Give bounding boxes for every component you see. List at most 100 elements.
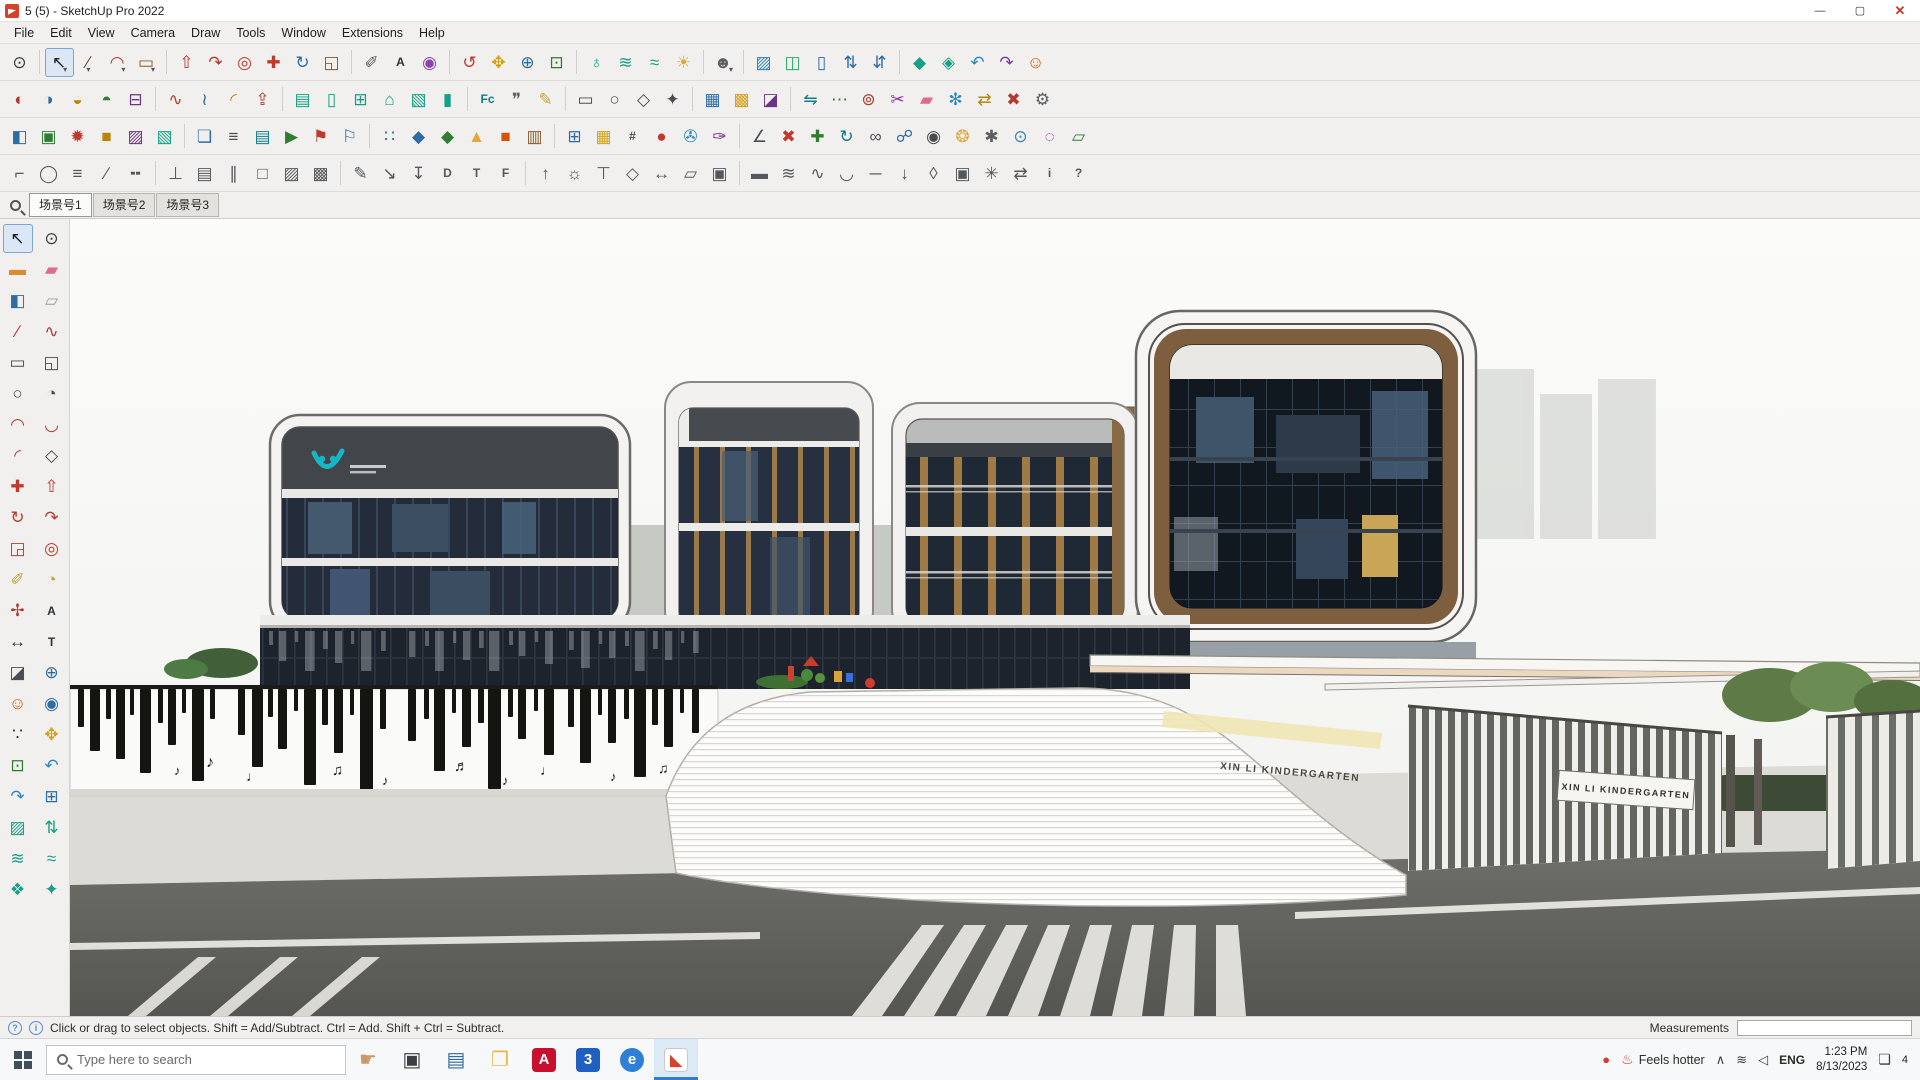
clean-erase-icon[interactable]: ▱	[37, 286, 67, 315]
material-replacer-icon[interactable]: ⇄	[970, 85, 999, 114]
menu-file[interactable]: File	[6, 24, 42, 42]
network-icon[interactable]: ≋	[1736, 1052, 1747, 1068]
extrude-edges-icon[interactable]: ≡	[63, 159, 92, 188]
taskbar-app-3-icon[interactable]: 3	[566, 1039, 610, 1080]
measure-area-icon[interactable]: ▱	[1064, 122, 1093, 151]
shaded-textures-icon[interactable]: ⇵	[865, 48, 894, 77]
move-icon[interactable]: ✚	[259, 48, 288, 77]
sandbox-smoove-icon[interactable]: ◈	[934, 48, 963, 77]
sandbox-contours-icon[interactable]: ◆	[905, 48, 934, 77]
orbit-icon[interactable]: ↺	[455, 48, 484, 77]
text-icon[interactable]: A	[37, 596, 67, 625]
eraser-icon[interactable]: ▰	[37, 255, 67, 284]
menu-edit[interactable]: Edit	[42, 24, 80, 42]
label-leader-icon[interactable]: ✎	[346, 159, 375, 188]
shape-ellipse-icon[interactable]: ○	[600, 85, 629, 114]
measurements-input[interactable]	[1737, 1019, 1912, 1036]
terrain-wave-icon[interactable]: ∿	[803, 159, 832, 188]
wrench-fix-icon[interactable]: ✇	[676, 122, 705, 151]
fog-toggle-icon[interactable]: ≈	[37, 844, 67, 873]
detail-edit-icon[interactable]: ✳	[977, 159, 1006, 188]
scene-tab-2[interactable]: 场景号2	[92, 193, 156, 217]
shape-star-icon[interactable]: ✦	[658, 85, 687, 114]
dots-spacing-icon[interactable]: ∷	[375, 122, 404, 151]
geolocation-icon[interactable]: ?	[8, 1020, 22, 1035]
alert-icon[interactable]: ●	[1602, 1052, 1610, 1067]
rectangle-icon[interactable]: ▭	[3, 348, 33, 377]
fredo-corner-icon[interactable]: Fc	[473, 85, 502, 114]
shapes-icon[interactable]: ▭ ▾	[132, 48, 161, 77]
language-indicator[interactable]: ENG	[1779, 1053, 1805, 1067]
offset-icon[interactable]: ◎	[230, 48, 259, 77]
line-pencil-icon[interactable]: ∕	[3, 317, 33, 346]
angle-tool-icon[interactable]: ∠	[745, 122, 774, 151]
soften-edges-icon[interactable]: ≋	[611, 48, 640, 77]
menu-help[interactable]: Help	[411, 24, 453, 42]
rotate-icon[interactable]: ↻	[288, 48, 317, 77]
search-model-icon[interactable]: ⊙	[5, 48, 34, 77]
red-ball-icon[interactable]: ●	[647, 122, 676, 151]
measure-length-icon[interactable]: ↔	[647, 159, 676, 188]
add-plus-icon[interactable]: ✚	[803, 122, 832, 151]
quantity-grid-icon[interactable]: ▦	[589, 122, 618, 151]
zoom-icon[interactable]: ⊕	[513, 48, 542, 77]
make-component-icon[interactable]: ◧	[5, 122, 34, 151]
purge-unused-icon[interactable]: ✖	[999, 85, 1028, 114]
menu-window[interactable]: Window	[273, 24, 333, 42]
zoom-tool-icon[interactable]: ⊕	[37, 658, 67, 687]
estimate-icon[interactable]: #	[618, 122, 647, 151]
taskbar-search[interactable]: Type here to search	[46, 1044, 346, 1075]
contour-lines-icon[interactable]: ≋	[774, 159, 803, 188]
scale-icon[interactable]: ◱	[317, 48, 346, 77]
soften-smooth-icon[interactable]: ≋	[3, 844, 33, 873]
column-tool-icon[interactable]: ▮	[433, 85, 462, 114]
component-box-icon[interactable]: ◧	[3, 286, 33, 315]
camera-photo-icon[interactable]: ◉	[919, 122, 948, 151]
pan-icon[interactable]: ✥	[484, 48, 513, 77]
unhide-icon[interactable]: ▧	[150, 122, 179, 151]
rotate-icon[interactable]: ↻	[3, 503, 33, 532]
tape-measure-icon[interactable]: ✐	[357, 48, 386, 77]
loop-cycle-icon[interactable]: ↻	[832, 122, 861, 151]
menu-view[interactable]: View	[80, 24, 123, 42]
line-style-icon[interactable]: ∕	[92, 159, 121, 188]
mirror-icon[interactable]: ⇋	[796, 85, 825, 114]
hidden-icons-chevron[interactable]: ∧	[1716, 1052, 1726, 1068]
dash-style-icon[interactable]: ╍	[121, 159, 150, 188]
add-location-icon[interactable]: ♁	[582, 48, 611, 77]
link-chain-icon[interactable]: ∞	[861, 122, 890, 151]
taskbar-adobe-app-icon[interactable]: A	[522, 1039, 566, 1080]
search-scenes-icon[interactable]	[10, 199, 21, 211]
flatten-z-icon[interactable]: —	[861, 159, 890, 188]
push-pull-icon[interactable]: ⇧	[172, 48, 201, 77]
paint-bucket-icon[interactable]: ◉	[415, 48, 444, 77]
stamp-tool-icon[interactable]: ▣	[948, 159, 977, 188]
smooth-curve-icon[interactable]: ◡	[832, 159, 861, 188]
credits-icon[interactable]: i	[29, 1020, 43, 1035]
solid-subtract-icon[interactable]: ◑	[34, 85, 63, 114]
pan-hand-icon[interactable]: ✥	[37, 720, 67, 749]
export-dwg-icon[interactable]: D	[433, 159, 462, 188]
hide-icon[interactable]: ▨	[121, 122, 150, 151]
position-camera-icon[interactable]: ☺	[3, 689, 33, 718]
settings-star-icon[interactable]: ✱	[977, 122, 1006, 151]
crate-brown-icon[interactable]: ▥	[520, 122, 549, 151]
diamond-green-icon[interactable]: ◆	[433, 122, 462, 151]
isolate-icon[interactable]: ◌	[1035, 122, 1064, 151]
look-around-icon[interactable]: ◉	[37, 689, 67, 718]
pipette-sample-icon[interactable]: ✑	[705, 122, 734, 151]
outliner-icon[interactable]: ≡	[219, 122, 248, 151]
rotated-rectangle-icon[interactable]: ◱	[37, 348, 67, 377]
menu-tools[interactable]: Tools	[228, 24, 273, 42]
shape-bender-icon[interactable]: ≀	[190, 85, 219, 114]
anchor-point-icon[interactable]: ☍	[890, 122, 919, 151]
next-view-icon[interactable]: ↷	[3, 782, 33, 811]
zoom-window-icon[interactable]: ⊞	[37, 782, 67, 811]
view-top-icon[interactable]: ⊤	[589, 159, 618, 188]
door-tool-icon[interactable]: ▯	[317, 85, 346, 114]
section-cut-face-icon[interactable]: ◪	[756, 85, 785, 114]
flag-red-icon[interactable]: ⚑	[306, 122, 335, 151]
arc-icon[interactable]: ◠ ▾	[103, 48, 132, 77]
follow-me-icon[interactable]: ↷	[37, 503, 67, 532]
split-icon[interactable]: ⊟	[121, 85, 150, 114]
